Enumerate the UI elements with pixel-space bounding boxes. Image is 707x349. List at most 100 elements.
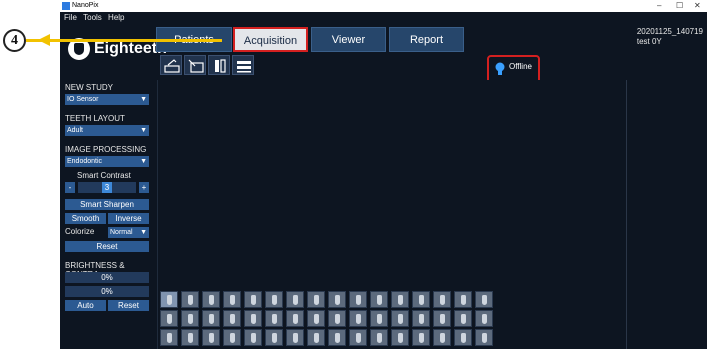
tooth-thumbnail[interactable]: [202, 329, 220, 346]
menu-help[interactable]: Help: [108, 12, 124, 23]
image-processing-heading: IMAGE PROCESSING: [65, 145, 147, 154]
tooth-thumbnail[interactable]: [223, 291, 241, 308]
new-study-heading: NEW STUDY: [65, 83, 113, 92]
tab-viewer[interactable]: Viewer: [311, 27, 386, 52]
colorize-select[interactable]: Normal ▼: [108, 227, 149, 238]
tooth-thumbnail[interactable]: [454, 310, 472, 327]
tooth-thumbnail[interactable]: [370, 329, 388, 346]
tooth-thumbnail[interactable]: [454, 329, 472, 346]
tooth-thumbnail[interactable]: [412, 291, 430, 308]
smart-contrast-value: 3: [101, 182, 113, 193]
close-button[interactable]: ✕: [694, 0, 701, 12]
tooth-thumbnail[interactable]: [328, 291, 346, 308]
tooth-thumbnail[interactable]: [223, 310, 241, 327]
acquire-button[interactable]: [160, 55, 182, 75]
split-view-button[interactable]: [208, 55, 230, 75]
tooth-thumbnail[interactable]: [286, 291, 304, 308]
chevron-down-icon: ▼: [140, 96, 147, 103]
tooth-thumbnail[interactable]: [328, 329, 346, 346]
tooth-thumbnail[interactable]: [265, 310, 283, 327]
tooth-thumbnail[interactable]: [181, 310, 199, 327]
patient-label: test 0Y: [636, 37, 662, 46]
image-processing-select[interactable]: Endodontic ▼: [65, 156, 149, 167]
tooth-thumbnail[interactable]: [412, 329, 430, 346]
tooth-thumbnail[interactable]: [265, 329, 283, 346]
tooth-thumbnail[interactable]: [391, 329, 409, 346]
tooth-thumbnail[interactable]: [286, 310, 304, 327]
minimize-button[interactable]: –: [657, 0, 661, 12]
left-sidebar: NEW STUDY IO Sensor ▼ TEETH LAYOUT Adult ▼…: [60, 80, 153, 349]
tooth-thumbnail[interactable]: [244, 310, 262, 327]
tooth-thumbnail[interactable]: [475, 310, 493, 327]
tooth-thumbnail[interactable]: [160, 329, 178, 346]
image-processing-value: Endodontic: [67, 158, 103, 165]
teeth-layout-value: Adult: [67, 127, 83, 134]
brightness-value: 0%: [101, 273, 113, 282]
tooth-thumbnail[interactable]: [160, 310, 178, 327]
window-title: NanoPix: [72, 2, 99, 9]
tooth-thumbnail[interactable]: [265, 291, 283, 308]
tooth-thumbnail[interactable]: [160, 291, 178, 308]
tooth-thumbnail[interactable]: [202, 310, 220, 327]
tooth-thumbnail[interactable]: [181, 291, 199, 308]
smart-contrast-slider[interactable]: 3: [78, 182, 136, 193]
tooth-thumbnail[interactable]: [370, 291, 388, 308]
tooth-thumbnail[interactable]: [349, 310, 367, 327]
menu-tools[interactable]: Tools: [83, 12, 102, 23]
tooth-thumbnail[interactable]: [286, 329, 304, 346]
auto-button[interactable]: Auto: [65, 300, 106, 311]
inverse-button[interactable]: Inverse: [108, 213, 149, 224]
tooth-thumbnail[interactable]: [454, 291, 472, 308]
colorize-value: Normal: [110, 229, 133, 236]
brightness-slider[interactable]: 0%: [65, 272, 149, 283]
new-study-select[interactable]: IO Sensor ▼: [65, 94, 149, 105]
app-icon: [62, 2, 70, 10]
tab-report[interactable]: Report: [389, 27, 464, 52]
tooth-thumbnail[interactable]: [307, 310, 325, 327]
reset-processing-button[interactable]: Reset: [65, 241, 149, 252]
tooth-thumbnail[interactable]: [202, 291, 220, 308]
new-study-value: IO Sensor: [67, 96, 99, 103]
list-icon: [237, 61, 251, 73]
tab-acquisition[interactable]: Acquisition: [233, 27, 308, 52]
tooth-thumbnail[interactable]: [433, 291, 451, 308]
smart-sharpen-button[interactable]: Smart Sharpen: [65, 199, 149, 210]
tooth-thumbnail[interactable]: [223, 329, 241, 346]
tooth-thumbnail[interactable]: [349, 291, 367, 308]
tooth-thumbnail[interactable]: [181, 329, 199, 346]
list-view-button[interactable]: [232, 55, 254, 75]
tooth-thumbnail[interactable]: [349, 329, 367, 346]
tooth-thumbnail[interactable]: [244, 291, 262, 308]
teeth-layout-select[interactable]: Adult ▼: [65, 125, 149, 136]
tooth-thumbnail[interactable]: [328, 310, 346, 327]
tooth-thumbnail[interactable]: [433, 329, 451, 346]
smooth-button[interactable]: Smooth: [65, 213, 106, 224]
lightbulb-icon: [495, 62, 505, 75]
tooth-thumbnail[interactable]: [244, 329, 262, 346]
tooth-thumbnail[interactable]: [412, 310, 430, 327]
tooth-thumbnail[interactable]: [307, 291, 325, 308]
import-button[interactable]: [184, 55, 206, 75]
contrast-value: 0%: [101, 287, 113, 296]
maximize-button[interactable]: ☐: [676, 0, 683, 12]
right-panel: [626, 80, 707, 349]
reset-brightness-button[interactable]: Reset: [108, 300, 149, 311]
tooth-thumbnail[interactable]: [391, 291, 409, 308]
tooth-thumbnail[interactable]: [433, 310, 451, 327]
step-number-callout: 4: [3, 29, 26, 52]
tooth-thumbnail[interactable]: [370, 310, 388, 327]
chevron-down-icon: ▼: [140, 158, 147, 165]
tooth-thumbnail[interactable]: [475, 291, 493, 308]
smart-contrast-label: Smart Contrast: [77, 171, 131, 180]
title-bar: NanoPix – ☐ ✕: [60, 0, 707, 12]
tooth-thumbnail[interactable]: [307, 329, 325, 346]
image-viewport[interactable]: [158, 80, 620, 285]
contrast-increase-button[interactable]: +: [139, 182, 149, 193]
tooth-thumbnail[interactable]: [391, 310, 409, 327]
tooth-thumbnail-strip: [158, 289, 620, 349]
menu-file[interactable]: File: [64, 12, 77, 23]
split-icon: [215, 59, 226, 73]
tooth-thumbnail[interactable]: [475, 329, 493, 346]
contrast-decrease-button[interactable]: -: [65, 182, 75, 193]
contrast-slider[interactable]: 0%: [65, 286, 149, 297]
